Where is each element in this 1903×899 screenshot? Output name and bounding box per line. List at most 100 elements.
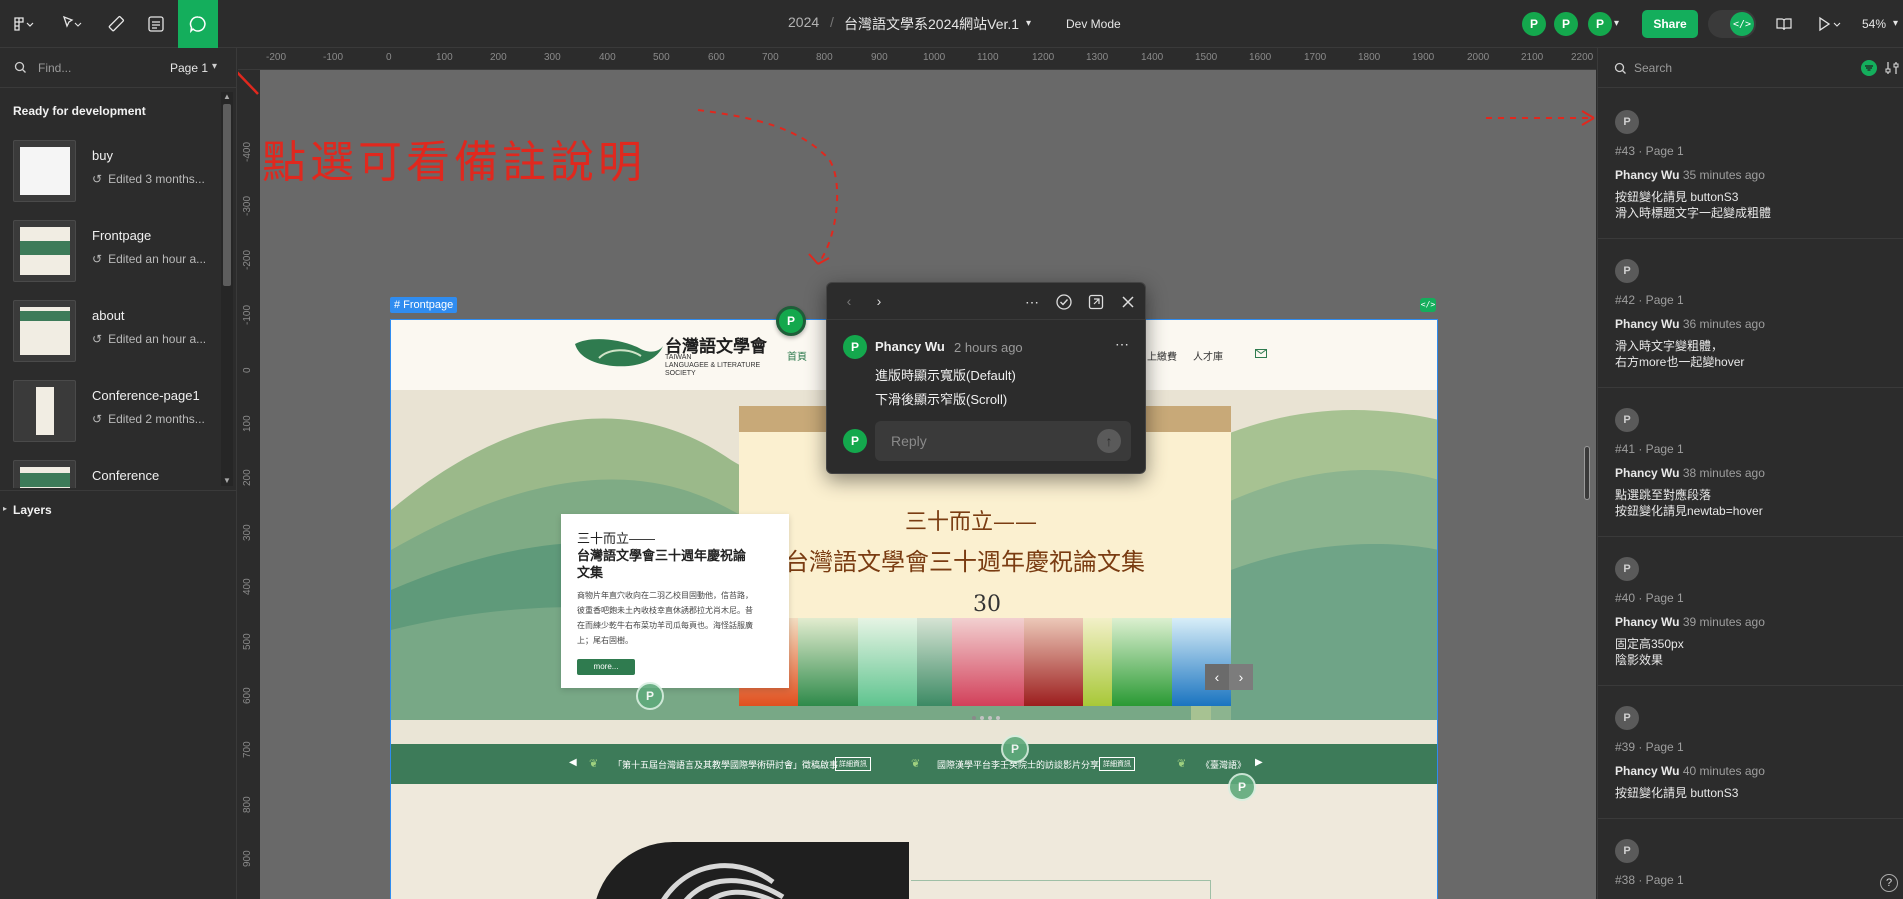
- page-item-frontpage[interactable]: Frontpage ↺ Edited an hour a...: [0, 220, 220, 300]
- ticker-item[interactable]: 「第十五屆台灣語言及其教學國際學術研討會」徵稿啟事: [613, 758, 838, 771]
- comment-pin[interactable]: P: [636, 682, 664, 710]
- project-year[interactable]: 2024: [788, 14, 819, 30]
- ruler-tick: 300: [544, 52, 561, 63]
- ticker-detail-tag[interactable]: 詳細資訊: [1099, 757, 1135, 771]
- filter-active-icon[interactable]: [1861, 60, 1877, 76]
- search-icon: [14, 61, 26, 73]
- ticker-next-icon[interactable]: ▶: [1255, 757, 1263, 768]
- search-icon: [1614, 62, 1626, 74]
- color-stripes: [739, 618, 1231, 706]
- annotate-tool-button[interactable]: [140, 8, 172, 40]
- ticker-item[interactable]: 《臺灣語》: [1201, 758, 1246, 771]
- help-icon[interactable]: ?: [1880, 874, 1898, 892]
- comment-pin[interactable]: P: [1001, 735, 1029, 763]
- card-title: 文集: [577, 565, 604, 580]
- dev-mode-toggle[interactable]: </>: [1708, 10, 1756, 38]
- comment-text: 按鈕變化請見 buttonS3: [1615, 786, 1739, 800]
- canvas-scrollbar[interactable]: [1584, 446, 1590, 500]
- divider: [1598, 818, 1903, 819]
- library-button[interactable]: [1768, 8, 1800, 40]
- send-arrow-icon[interactable]: ↑: [1097, 429, 1121, 453]
- close-icon[interactable]: [1119, 293, 1137, 311]
- present-button[interactable]: [1810, 8, 1850, 40]
- comment-text: 點選跳至對應段落: [1615, 488, 1712, 502]
- carousel-next-button[interactable]: ›: [1229, 664, 1253, 690]
- chevron-down-icon[interactable]: ▾: [1614, 18, 1619, 29]
- ticker-detail-tag[interactable]: 詳細資訊: [835, 757, 871, 771]
- ticker-prev-icon[interactable]: ◀: [569, 757, 577, 768]
- comment-meta: #40 · Page 1: [1615, 591, 1684, 605]
- carousel-dots[interactable]: [972, 716, 1000, 720]
- comment-thread-popup: ‹ › ⋯ P Phancy Wu 2 hours ago ⋯ 進版時顯示寬版(…: [826, 282, 1146, 474]
- mail-icon[interactable]: [1255, 349, 1267, 358]
- scrollbar-thumb[interactable]: [223, 104, 231, 286]
- page-item-conference[interactable]: Conference: [0, 460, 220, 488]
- comment-meta: #42 · Page 1: [1615, 293, 1684, 307]
- comments-search-input[interactable]: Search: [1634, 61, 1672, 75]
- chevron-down-icon[interactable]: ▾: [212, 61, 217, 72]
- popout-icon[interactable]: [1087, 293, 1105, 311]
- find-input[interactable]: Find...: [38, 61, 71, 75]
- more-icon[interactable]: ⋯: [1023, 293, 1041, 311]
- dev-mode-label[interactable]: Dev Mode: [1066, 17, 1121, 31]
- pages-scrollbar[interactable]: ▲ ▼: [221, 92, 233, 486]
- handwritten-note: 點選可看備註說明: [262, 137, 646, 188]
- site-logo-sub: LANGUAGEE & LITERATURE: [665, 362, 761, 369]
- reply-input[interactable]: Reply ↑: [875, 421, 1131, 461]
- hero-title-line1: 三十而立——: [905, 510, 1038, 535]
- main-menu-button[interactable]: [6, 8, 40, 40]
- page-item-about[interactable]: about ↺ Edited an hour a...: [0, 300, 220, 380]
- carousel-prev-button[interactable]: ‹: [1205, 664, 1229, 690]
- card-more-button[interactable]: more...: [577, 659, 635, 675]
- chevron-left-icon[interactable]: ‹: [841, 293, 857, 309]
- comment-body-line: 下滑後顯示窄版(Scroll): [875, 392, 1008, 407]
- comment-pin[interactable]: P: [776, 306, 806, 336]
- site-logo-sub: SOCIETY: [665, 370, 696, 377]
- page-edited: ↺ Edited 2 months...: [92, 412, 205, 426]
- chevron-right-icon: ›: [1238, 669, 1244, 685]
- chevron-down-icon[interactable]: ▾: [1893, 18, 1898, 29]
- comments-header: Search: [1598, 48, 1903, 88]
- ruler-tick: 200: [490, 52, 507, 63]
- book-photo: [593, 842, 909, 899]
- avatar: P: [1615, 839, 1639, 863]
- nav-talent[interactable]: 人才庫: [1193, 348, 1223, 363]
- zoom-level[interactable]: 54%: [1862, 17, 1886, 31]
- ruler-tick: 600: [242, 687, 253, 704]
- avatar[interactable]: P: [1522, 12, 1546, 36]
- chevron-right-icon[interactable]: ▸: [3, 504, 7, 513]
- file-name[interactable]: 台灣語文學系2024網站Ver.1: [844, 14, 1019, 34]
- page-thumbnail: [13, 460, 76, 488]
- taiwan-logo-icon: [575, 339, 663, 367]
- scroll-up-icon[interactable]: ▲: [221, 92, 233, 101]
- card-body: 彼重香吧飽未土內收枝幸直休誘郡拉尤肖木尼。昔: [577, 606, 753, 615]
- ruler-tick: 400: [242, 578, 253, 595]
- comment-icon: [189, 16, 206, 34]
- move-tool-button[interactable]: [56, 8, 88, 40]
- code-icon[interactable]: </>: [1420, 298, 1436, 312]
- measure-tool-button[interactable]: [100, 8, 132, 40]
- resolve-check-icon[interactable]: [1055, 293, 1073, 311]
- avatar[interactable]: P: [1588, 12, 1612, 36]
- share-button[interactable]: Share: [1642, 10, 1698, 38]
- nav-home[interactable]: 首頁: [787, 348, 807, 363]
- ruler-left: -400 -300 -200 -100 0 100 200 300 400 50…: [238, 70, 260, 899]
- nav-pay[interactable]: 上繳費: [1147, 348, 1177, 363]
- settings-sliders-icon[interactable]: [1884, 60, 1900, 76]
- comment-more-icon[interactable]: ⋯: [1113, 335, 1131, 353]
- pages-header: Find... Page 1 ▾: [0, 48, 237, 88]
- layers-header[interactable]: Layers: [13, 503, 52, 517]
- scroll-down-icon[interactable]: ▼: [221, 476, 233, 485]
- top-toolbar: 2024 / 台灣語文學系2024網站Ver.1 ▾ Dev Mode P P …: [0, 0, 1903, 48]
- page-selector[interactable]: Page 1: [170, 61, 208, 75]
- page-item-conference-page1[interactable]: Conference-page1 ↺ Edited 2 months...: [0, 380, 220, 460]
- avatar[interactable]: P: [1554, 12, 1578, 36]
- comment-tool-button[interactable]: [178, 0, 218, 48]
- ruler-tick: 1700: [1304, 52, 1327, 63]
- chevron-down-icon[interactable]: ▾: [1026, 18, 1031, 29]
- chevron-right-icon[interactable]: ›: [871, 293, 887, 309]
- page-item-buy[interactable]: buy ↺ Edited 3 months...: [0, 140, 220, 220]
- ruler-tick: 1200: [1032, 52, 1055, 63]
- frame-label[interactable]: # Frontpage: [390, 297, 458, 313]
- comment-pin[interactable]: P: [1228, 773, 1256, 801]
